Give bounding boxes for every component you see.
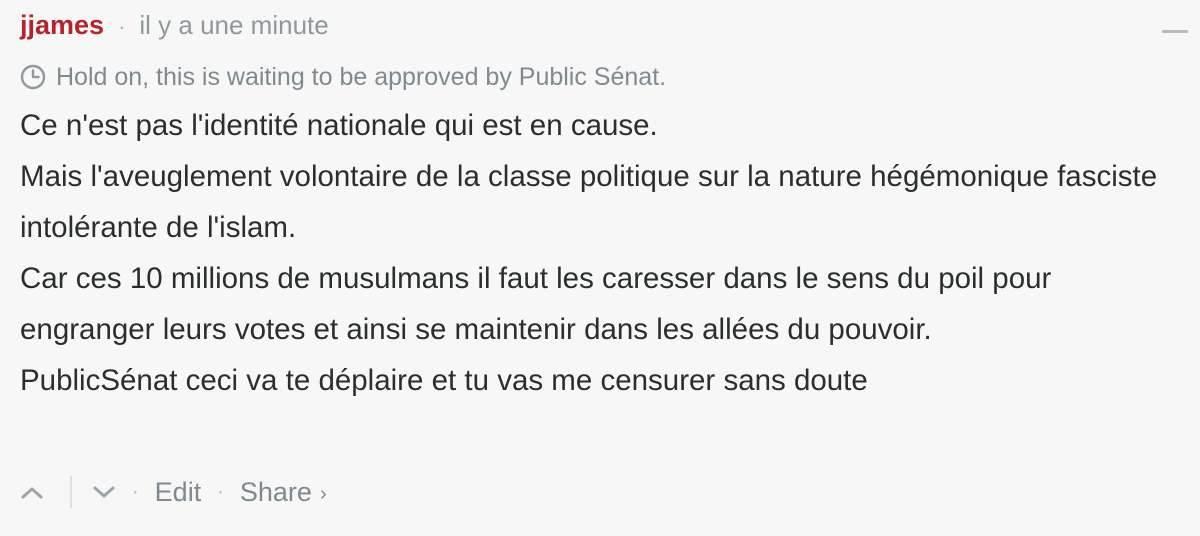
comment-line: Ce n'est pas l'identité nationale qui es…	[20, 109, 658, 142]
comment-header: jjames · il y a une minute	[20, 10, 1176, 52]
vote-divider	[70, 476, 72, 508]
collapse-minus-icon[interactable]	[1162, 30, 1188, 33]
comment-body: Ce n'est pas l'identité nationale qui es…	[20, 100, 1176, 406]
upvote-button[interactable]	[20, 484, 44, 500]
comment-line: Mais l'aveuglement volontaire de la clas…	[20, 160, 1158, 244]
pending-approval-notice: Hold on, this is waiting to be approved …	[20, 60, 1176, 94]
edit-button[interactable]: Edit	[155, 477, 202, 508]
comment: jjames · il y a une minute Hold on, this…	[0, 0, 1200, 536]
footer-separator: ·	[132, 480, 139, 503]
comment-line: Car ces 10 millions de musulmans il faut…	[20, 262, 1052, 346]
chevron-right-icon: ›	[319, 482, 327, 505]
share-label: Share	[239, 476, 312, 507]
chevron-up-icon	[21, 487, 43, 499]
downvote-button[interactable]	[92, 484, 116, 500]
header-separator: ·	[118, 14, 126, 39]
footer-separator: ·	[217, 480, 224, 503]
chevron-down-icon	[93, 486, 115, 498]
comment-footer: · Edit · Share ›	[20, 470, 327, 514]
timestamp[interactable]: il y a une minute	[139, 10, 328, 41]
pending-notice-text: Hold on, this is waiting to be approved …	[56, 62, 667, 91]
comment-line: PublicSénat ceci va te déplaire et tu va…	[20, 364, 868, 397]
share-button[interactable]: Share ›	[240, 477, 327, 508]
clock-icon	[20, 64, 46, 90]
author-name[interactable]: jjames	[20, 10, 104, 41]
